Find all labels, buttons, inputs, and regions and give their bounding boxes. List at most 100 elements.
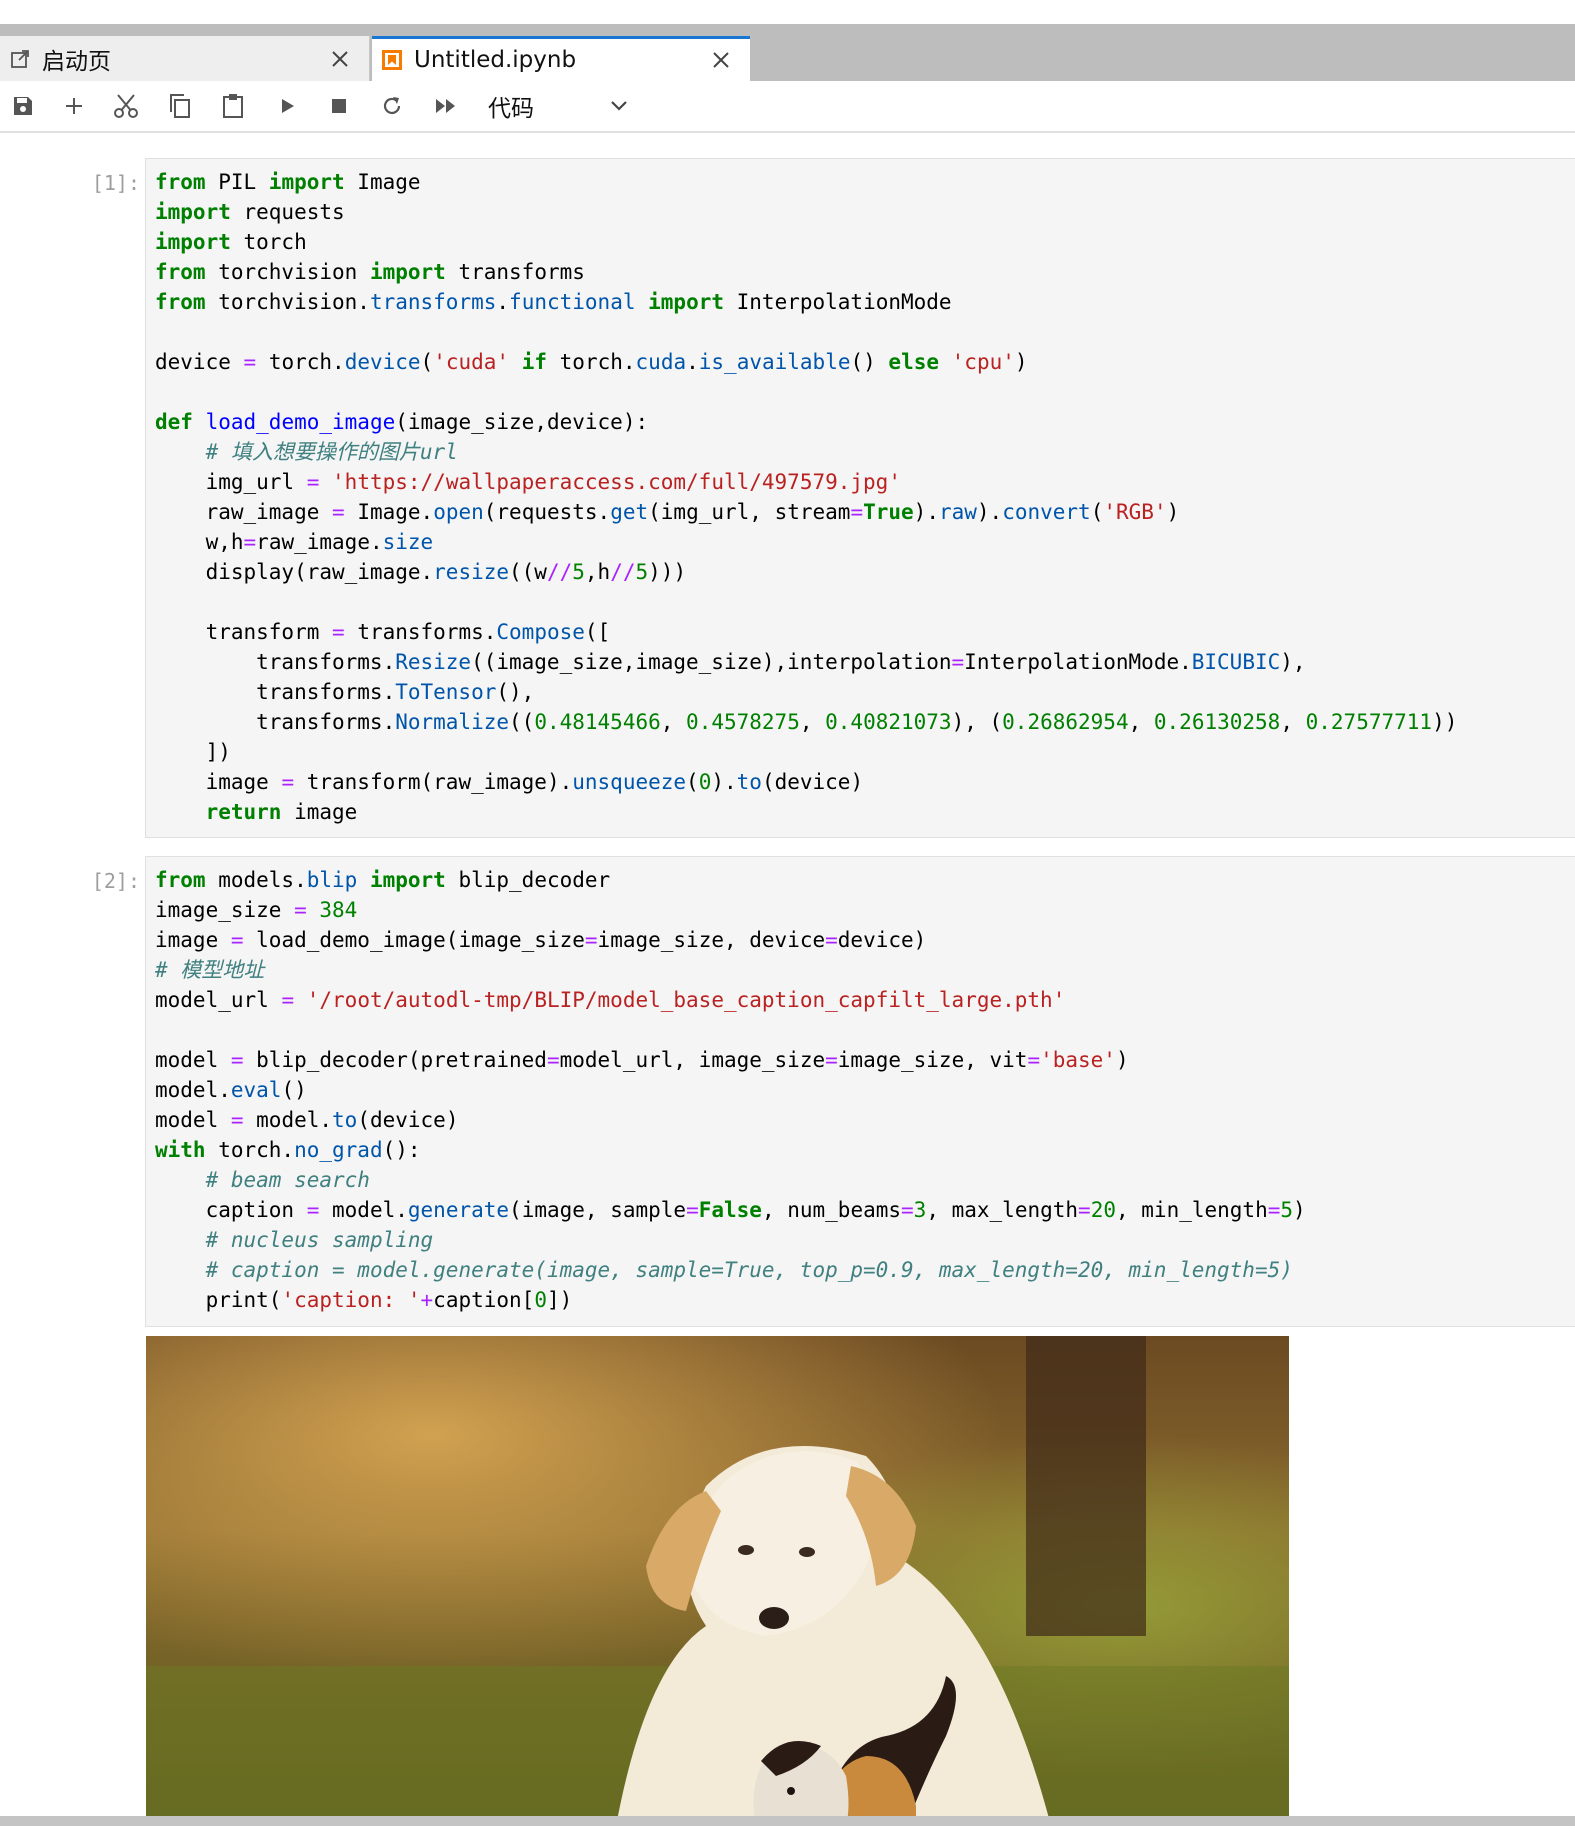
- paste-icon: [223, 94, 243, 118]
- code-token: =: [230, 1048, 244, 1072]
- code-token: # beam search: [205, 1168, 370, 1192]
- code-token: torch.: [547, 350, 636, 374]
- cell-type-select[interactable]: 代码: [488, 86, 628, 126]
- code-token: caption: [155, 1198, 307, 1222]
- code-token: resize: [433, 560, 510, 584]
- save-button[interactable]: [8, 91, 38, 121]
- code-line: # 填入想要操作的图片url: [155, 437, 1575, 467]
- run-all-button[interactable]: [431, 91, 461, 121]
- code-token: caption[: [433, 1288, 535, 1312]
- code-token: device: [155, 350, 244, 374]
- code-token: else: [888, 350, 939, 374]
- code-token: 0.40821073: [825, 710, 952, 734]
- code-token: blip: [306, 868, 358, 892]
- code-token: image_size, device: [597, 928, 826, 952]
- code-token: Compose: [496, 620, 585, 644]
- code-token: 'RGB': [1103, 500, 1167, 524]
- code-token: //: [610, 560, 636, 584]
- code-token: 384: [319, 898, 358, 922]
- code-token: =: [294, 898, 307, 922]
- code-token: display(raw_image.: [155, 560, 434, 584]
- code-token: (img_url, stream: [648, 500, 851, 524]
- code-token: =: [332, 620, 345, 644]
- code-token: image: [155, 928, 231, 952]
- code-token: =: [230, 1108, 244, 1132]
- notebook-toolbar: 代码: [0, 81, 1575, 133]
- code-token: blip_decoder(pretrained: [243, 1048, 547, 1072]
- stop-button[interactable]: [324, 91, 354, 121]
- execution-prompt: [1]:: [91, 171, 140, 195]
- code-token: =: [1078, 1198, 1091, 1222]
- code-token: return: [205, 800, 282, 824]
- code-line: return image: [155, 797, 1575, 827]
- code-token: //: [546, 560, 573, 584]
- code-token: , max_length: [926, 1198, 1079, 1222]
- code-token: torch.: [256, 350, 345, 374]
- code-token: (): [281, 1078, 307, 1102]
- code-token: +: [420, 1288, 434, 1312]
- code-token: .: [686, 350, 699, 374]
- code-token: =: [546, 1048, 560, 1072]
- save-icon: [14, 97, 32, 115]
- copy-button[interactable]: [165, 91, 195, 121]
- code-line: transforms.Resize((image_size,image_size…: [155, 647, 1575, 677]
- restart-button[interactable]: [377, 91, 407, 121]
- code-token: transforms: [369, 290, 497, 314]
- code-token: 0.4578275: [686, 710, 800, 734]
- code-token: torchvision: [205, 290, 358, 314]
- puppy-and-kitten-photo: [146, 1336, 1289, 1826]
- paste-button[interactable]: [218, 91, 248, 121]
- tab-launcher[interactable]: 启动页: [0, 36, 370, 81]
- horizontal-scrollbar[interactable]: [0, 1816, 1575, 1826]
- code-token: cuda: [635, 350, 687, 374]
- chevron-down-icon: [611, 101, 627, 111]
- code-line: transform = transforms.Compose([: [155, 617, 1575, 647]
- code-line: model_url = '/root/autodl-tmp/BLIP/model…: [155, 985, 1575, 1015]
- code-token: models.: [205, 868, 307, 892]
- code-editor[interactable]: from models.blip import blip_decoder imag…: [145, 856, 1575, 1327]
- code-token: 20: [1090, 1198, 1116, 1222]
- close-icon[interactable]: [327, 46, 353, 72]
- code-token: to: [332, 1108, 358, 1132]
- code-token: requests: [230, 200, 345, 224]
- stop-icon: [332, 99, 346, 113]
- code-token: ,: [1128, 710, 1154, 734]
- code-line: from torchvision.transforms.functional i…: [155, 287, 1575, 317]
- add-cell-button[interactable]: [59, 91, 89, 121]
- launcher-icon: [8, 47, 32, 71]
- code-token: =: [951, 650, 965, 674]
- code-token: get: [610, 500, 649, 524]
- code-token: transforms: [445, 260, 585, 284]
- code-token: ,: [799, 710, 826, 734]
- cell-type-value: 代码: [488, 96, 534, 122]
- tab-notebook[interactable]: Untitled.ipynb: [372, 36, 750, 81]
- close-icon[interactable]: [708, 47, 734, 73]
- code-token: =: [306, 470, 320, 494]
- code-token: 0: [534, 1288, 547, 1312]
- code-token: 0.26130258: [1153, 710, 1281, 734]
- code-token: =: [825, 1048, 838, 1072]
- code-token: device): [837, 928, 927, 952]
- code-token: (image, sample: [509, 1198, 687, 1222]
- code-token: model.: [155, 1078, 231, 1102]
- code-token: img_url: [155, 470, 307, 494]
- code-token: import: [155, 200, 231, 224]
- code-editor[interactable]: from PIL import Image import requests impo…: [145, 158, 1575, 838]
- run-button[interactable]: [272, 91, 302, 121]
- code-token: (requests.: [483, 500, 611, 524]
- code-token: 'base': [1040, 1048, 1116, 1072]
- code-line: image = transform(raw_image).unsqueeze(0…: [155, 767, 1575, 797]
- code-token: import: [369, 868, 446, 892]
- code-token: transforms.: [155, 650, 396, 674]
- cut-button[interactable]: [111, 91, 141, 121]
- code-token: ),: [1280, 650, 1306, 674]
- code-token: transform: [155, 620, 333, 644]
- code-token: Resize: [395, 650, 472, 674]
